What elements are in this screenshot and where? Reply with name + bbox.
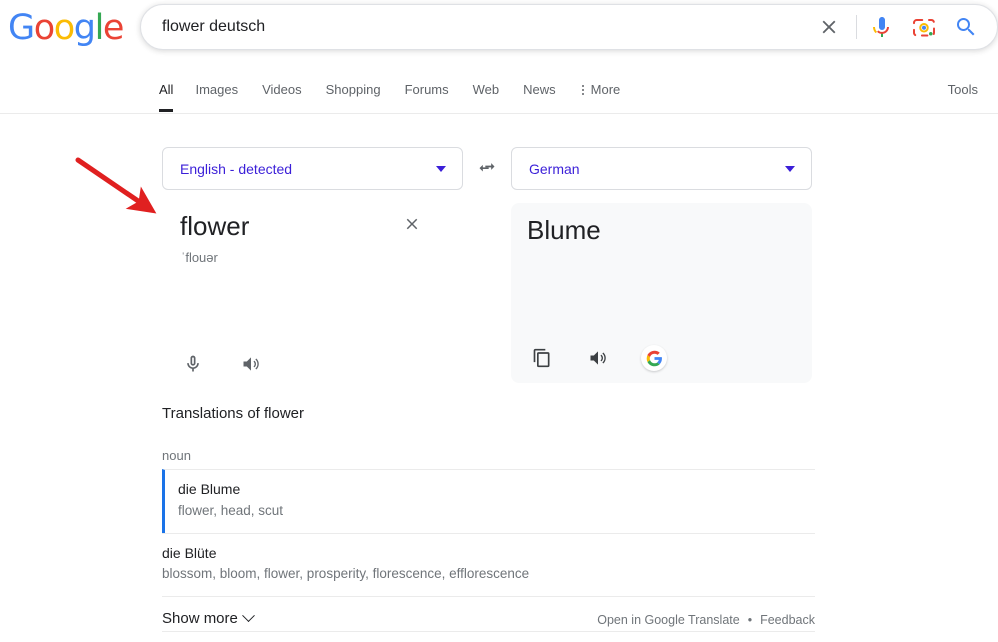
target-speaker-button[interactable]: [585, 345, 611, 371]
open-google-translate-icon-button[interactable]: [641, 345, 667, 371]
feedback-link[interactable]: Feedback: [760, 613, 815, 627]
translations-title: Translations of flower: [162, 405, 305, 422]
search-submit-button[interactable]: [951, 12, 981, 42]
voice-search-button[interactable]: [867, 12, 897, 42]
footer-divider: [162, 631, 815, 632]
lens-search-button[interactable]: [909, 12, 939, 42]
source-language-label: English - detected: [180, 160, 293, 177]
logo-letter-g1: G: [8, 8, 35, 48]
chevron-down-icon: [436, 165, 446, 172]
tab-shopping[interactable]: Shopping: [314, 68, 393, 112]
swap-languages-button[interactable]: [463, 159, 511, 179]
source-actions: [180, 351, 264, 377]
translate-footer: Open in Google Translate • Feedback: [162, 613, 815, 627]
search-tabs: All Images Videos Shopping Forums Web Ne…: [152, 68, 632, 112]
logo-letter-o2: o: [53, 8, 75, 48]
logo-letter-g2: g: [73, 8, 96, 48]
speaker-icon: [243, 357, 259, 371]
search-bar-divider: [856, 15, 857, 39]
open-in-google-translate-link[interactable]: Open in Google Translate: [597, 613, 739, 627]
copy-translation-button[interactable]: [529, 345, 555, 371]
microphone-icon: [873, 17, 889, 37]
search-icon: [957, 18, 975, 36]
translation-synonyms: blossom, bloom, flower, prosperity, flor…: [162, 566, 530, 582]
search-bar[interactable]: [140, 4, 998, 50]
target-panel: Blume: [511, 203, 812, 383]
tab-news[interactable]: News: [511, 68, 568, 112]
footer-separator: •: [747, 613, 753, 627]
search-tabs-bar: All Images Videos Shopping Forums Web Ne…: [0, 68, 998, 114]
target-actions: [529, 345, 667, 371]
source-phonetic: ˈflouər: [181, 250, 218, 266]
source-language-select[interactable]: English - detected: [162, 147, 463, 190]
translation-panels: flower ˈflouər Blume: [162, 203, 998, 383]
copy-icon: [533, 348, 550, 368]
translation-word: die Blüte: [162, 544, 217, 561]
swap-arrows-icon: [479, 162, 495, 171]
tab-all[interactable]: All: [152, 68, 183, 112]
tools-button[interactable]: Tools: [948, 68, 978, 112]
tab-videos[interactable]: Videos: [250, 68, 314, 112]
logo-letter-l: l: [94, 8, 105, 48]
google-g-icon: [646, 350, 662, 366]
tab-forums[interactable]: Forums: [393, 68, 461, 112]
translation-synonyms: flower, head, scut: [178, 502, 284, 518]
close-icon: [822, 20, 836, 34]
search-input[interactable]: [141, 12, 814, 42]
close-icon: [406, 218, 418, 230]
translation-word: die Blume: [178, 481, 241, 497]
speaker-icon: [590, 351, 606, 365]
translate-card: English - detected German flower ˈflouər: [0, 147, 998, 627]
tab-images[interactable]: Images: [183, 68, 250, 112]
kebab-menu-icon: [581, 85, 584, 95]
source-panel: flower ˈflouər: [162, 203, 463, 383]
table-row[interactable]: die Blume flower, head, scut: [162, 469, 815, 533]
more-menu-button[interactable]: More: [568, 68, 633, 112]
source-speaker-button[interactable]: [238, 351, 264, 377]
target-language-label: German: [529, 160, 580, 177]
google-lens-icon: [913, 19, 935, 37]
clear-search-button[interactable]: [814, 12, 844, 42]
part-of-speech-label: noun: [162, 448, 191, 463]
clear-source-button[interactable]: [399, 211, 425, 237]
search-bar-icons: [814, 12, 997, 42]
microphone-icon: [187, 355, 199, 372]
more-menu-label: More: [590, 82, 621, 97]
chevron-down-icon: [785, 165, 795, 172]
logo-letter-e: e: [102, 8, 125, 48]
logo-letter-o1: o: [33, 8, 55, 48]
language-selector-row: English - detected German: [162, 147, 998, 190]
table-row[interactable]: die Blüte blossom, bloom, flower, prospe…: [162, 532, 815, 597]
translations-section: Translations of flower noun die Blume fl…: [162, 405, 815, 627]
source-microphone-button[interactable]: [180, 351, 206, 377]
tab-web[interactable]: Web: [461, 68, 512, 112]
target-text: Blume: [527, 215, 601, 245]
page-header: Google: [0, 0, 998, 68]
target-language-select[interactable]: German: [511, 147, 812, 190]
google-logo[interactable]: Google: [8, 8, 125, 48]
